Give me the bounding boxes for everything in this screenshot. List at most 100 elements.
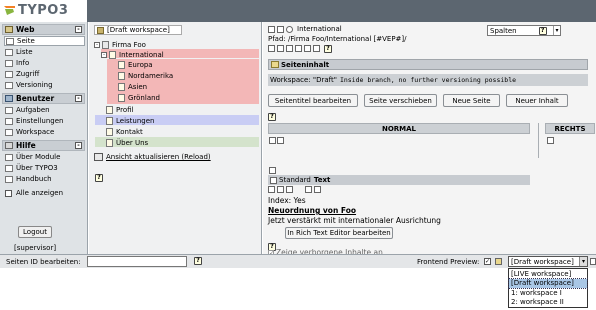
module-group-web[interactable]: Web - xyxy=(2,24,85,35)
module-item-handbuch[interactable]: Handbuch xyxy=(4,174,85,184)
page-icon xyxy=(106,127,113,136)
element-heading-link[interactable]: Neuordnung von Foo xyxy=(268,206,356,215)
module-item-seite[interactable]: Seite xyxy=(4,36,85,46)
new-page-button[interactable]: Neue Seite xyxy=(443,94,500,107)
module-item-info[interactable]: Info xyxy=(4,58,85,68)
module-item-einstellungen[interactable]: Einstellungen xyxy=(4,116,85,126)
about-typo3-icon xyxy=(5,164,13,172)
tree-node-leistungen[interactable]: Leistungen xyxy=(106,116,154,125)
tree-node-profil[interactable]: Profil xyxy=(106,105,133,114)
history-icon[interactable] xyxy=(277,45,284,52)
move-down-icon[interactable] xyxy=(314,186,321,193)
help-icon[interactable]: ? xyxy=(95,174,103,182)
workspace-option-draft[interactable]: [Draft workspace] xyxy=(508,277,588,289)
column-header-normal: NORMAL xyxy=(268,123,530,134)
show-all-label: Alle anzeigen xyxy=(16,189,64,197)
module-item-workspace[interactable]: Workspace xyxy=(4,127,85,137)
page-id-input[interactable] xyxy=(87,256,187,267)
show-all-checkbox[interactable] xyxy=(5,189,12,197)
new-content-icon[interactable] xyxy=(547,137,554,144)
page-icon xyxy=(118,82,125,91)
module-item-liste[interactable]: Liste xyxy=(4,47,85,57)
help-icon[interactable]: ? xyxy=(194,257,202,265)
collapse-toggle-icon[interactable]: - xyxy=(75,142,82,149)
delete-icon[interactable] xyxy=(286,186,293,193)
new-record-icon[interactable] xyxy=(286,45,293,52)
move-up-icon[interactable] xyxy=(305,186,312,193)
help-icon[interactable]: ? xyxy=(538,26,547,35)
workspace-note-label: Workspace: "Draft" xyxy=(270,76,337,84)
collapse-icon[interactable]: - xyxy=(94,41,100,48)
module-item-ueber-module[interactable]: Über Module xyxy=(4,152,85,162)
element-index: Index: Yes xyxy=(268,196,306,205)
module-item-aufgaben[interactable]: Aufgaben xyxy=(4,105,85,115)
search-icon[interactable] xyxy=(286,25,293,33)
view-icon[interactable] xyxy=(313,45,320,52)
tree-node-label: Firma Foo xyxy=(112,40,146,49)
help-icon[interactable]: ? xyxy=(324,45,332,53)
element-action-icons xyxy=(268,186,323,193)
tree-node-europa[interactable]: Europa xyxy=(118,60,153,69)
tree-node-groenland[interactable]: Grönland xyxy=(118,93,160,102)
page-id-label: Seiten ID bearbeiten: xyxy=(6,258,81,266)
module-item-versioning[interactable]: Versioning xyxy=(4,80,85,90)
module-group-title: Benutzer xyxy=(16,94,55,103)
tree-node-nordamerika[interactable]: Nordamerika xyxy=(118,71,173,80)
reload-link[interactable]: Ansicht aktualisieren (Reload) xyxy=(94,153,211,161)
module-item-label: Einstellungen xyxy=(16,117,64,125)
settings-module-icon xyxy=(5,117,13,125)
collapse-toggle-icon[interactable]: - xyxy=(75,26,82,33)
edit-element-icon[interactable] xyxy=(268,186,275,193)
new-content-icon[interactable] xyxy=(269,167,276,174)
reload-label: Ansicht aktualisieren (Reload) xyxy=(106,153,211,161)
workspace-option-live[interactable]: [LIVE workspace] xyxy=(509,269,587,279)
module-item-ueber-typo3[interactable]: Über TYPO3 xyxy=(4,163,85,173)
move-page-button[interactable]: Seite verschieben xyxy=(364,94,437,107)
column-divider xyxy=(538,123,539,158)
module-group-hilfe[interactable]: Hilfe - xyxy=(2,140,85,151)
chevron-down-icon: ▾ xyxy=(553,26,560,35)
workspace-select[interactable]: [Draft workspace] ▾ xyxy=(508,256,588,267)
tree-node-label: Kontakt xyxy=(116,127,143,136)
tree-node-asien[interactable]: Asien xyxy=(118,82,147,91)
collapse-toggle-icon[interactable]: - xyxy=(75,95,82,102)
view-mode-value: Spalten xyxy=(490,26,517,35)
tree-node-kontakt[interactable]: Kontakt xyxy=(106,127,143,136)
about-modules-icon xyxy=(5,153,13,161)
collapse-icon[interactable]: - xyxy=(101,51,107,58)
workspace-option-2[interactable]: 2: workspace II xyxy=(509,298,587,308)
edit-page-icon[interactable] xyxy=(268,45,275,52)
show-all-option[interactable]: Alle anzeigen xyxy=(5,189,87,197)
paste-icon[interactable] xyxy=(277,137,284,144)
move-icon[interactable] xyxy=(295,45,302,52)
tasks-module-icon xyxy=(5,106,13,114)
help-icon[interactable]: ? xyxy=(268,113,276,121)
tree-node-label: Europa xyxy=(128,60,153,69)
module-item-zugriff[interactable]: Zugriff xyxy=(4,69,85,79)
version-icon[interactable] xyxy=(304,45,311,52)
workspace-note-detail: Inside branch, no further versioning pos… xyxy=(339,76,517,84)
workspace-edit-icon[interactable] xyxy=(590,258,596,265)
tree-node-ueber-uns[interactable]: Über Uns xyxy=(106,138,148,147)
module-item-label: Zugriff xyxy=(16,70,40,78)
workspace-option-1[interactable]: 1: workspace I xyxy=(509,288,587,298)
user-group-icon xyxy=(5,95,13,102)
new-content-icon[interactable] xyxy=(269,137,276,144)
logout-button[interactable]: Logout xyxy=(18,226,52,238)
new-content-button[interactable]: Neuer Inhalt xyxy=(506,94,568,107)
module-item-label: Über TYPO3 xyxy=(16,164,58,172)
list-view-icon[interactable] xyxy=(277,25,284,33)
edit-page-title-button[interactable]: Seitentitel bearbeiten xyxy=(268,94,358,107)
tree-node-firma-foo[interactable]: - Firma Foo xyxy=(94,40,146,49)
rte-edit-button[interactable]: In Rich Text Editor bearbeiten xyxy=(285,227,393,239)
top-bar: TYPO3 xyxy=(0,0,596,22)
frontend-preview-checkbox[interactable]: ✓ xyxy=(484,258,491,265)
page-icon xyxy=(106,116,113,125)
module-group-benutzer[interactable]: Benutzer - xyxy=(2,93,85,104)
workspace-module-icon xyxy=(5,128,13,136)
hide-element-icon[interactable] xyxy=(277,186,284,193)
web-icon xyxy=(5,26,13,33)
content-element-header: Standard Text xyxy=(268,175,530,185)
view-mode-select[interactable]: Spalten ? ▾ xyxy=(487,25,561,36)
tree-node-international[interactable]: - International xyxy=(101,50,164,59)
